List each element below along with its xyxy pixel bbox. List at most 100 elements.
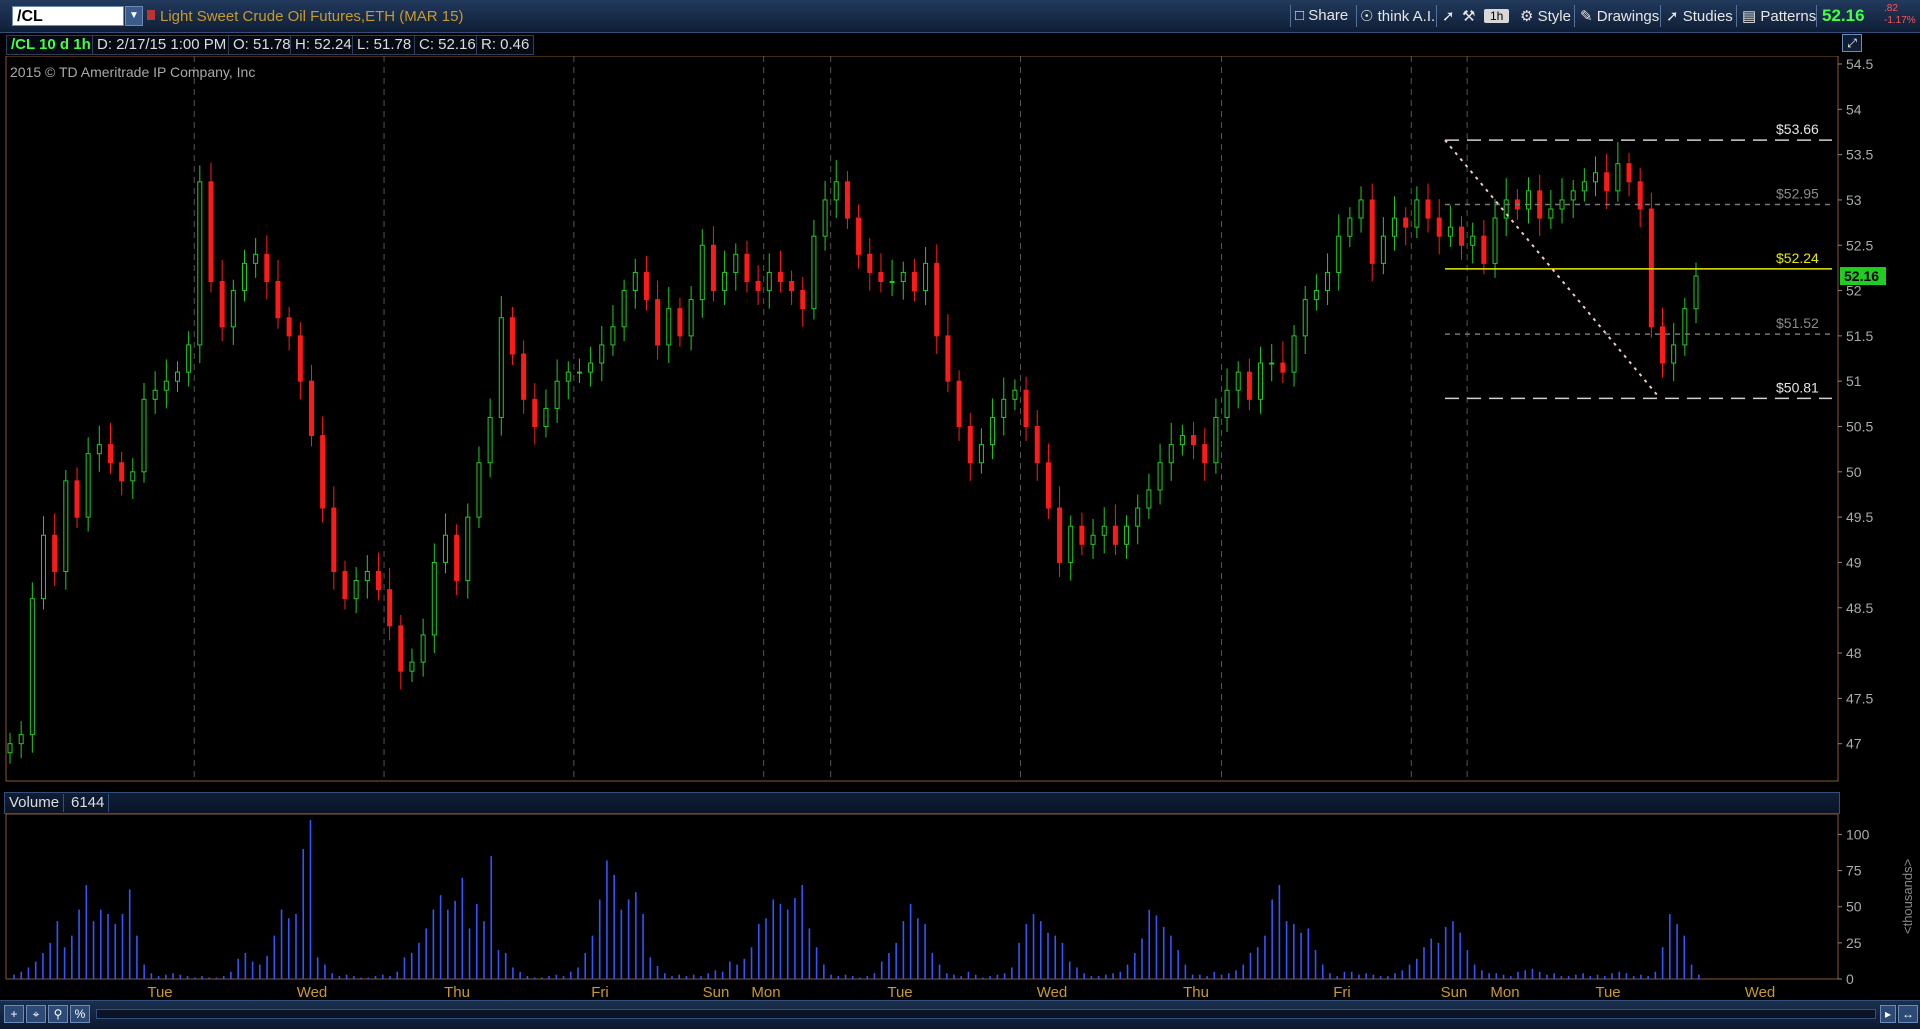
percent-icon[interactable]: % <box>70 1005 90 1023</box>
candle-body <box>1682 308 1688 346</box>
share-button[interactable]: □ Share <box>1295 7 1348 24</box>
x-axis-day-label: Sun <box>703 984 730 1000</box>
candle-body <box>1101 525 1107 536</box>
horizontal-scrollbar[interactable] <box>96 1009 1876 1019</box>
candle-body <box>643 271 649 301</box>
symbol-dropdown-button[interactable]: ▼ <box>125 6 143 26</box>
style-gear-icon: ⚙ <box>1520 8 1534 25</box>
x-axis-day-label: Wed <box>1037 984 1068 1000</box>
candle-body <box>85 453 91 518</box>
x-axis-day-label: Mon <box>751 984 780 1000</box>
candle-body <box>1403 217 1409 228</box>
candle-body <box>1570 190 1576 201</box>
volume-value: 6144 <box>67 794 110 812</box>
candle-body <box>1112 525 1118 545</box>
y-tick-label: 48.5 <box>1846 600 1873 616</box>
candle-body <box>588 362 594 373</box>
studies-button[interactable]: ➚ Studies <box>1666 7 1733 25</box>
share-icon: □ <box>1295 7 1305 24</box>
patterns-label: Patterns <box>1760 8 1817 25</box>
volume-tick-label: 50 <box>1846 899 1862 915</box>
bar-open: O: 51.78 <box>228 35 296 55</box>
candle-body <box>174 371 180 382</box>
copyright-text: 2015 © TD Ameritrade IP Company, Inc <box>10 64 256 80</box>
style-button[interactable]: ⚙ Style <box>1520 7 1571 25</box>
candle-body <box>375 571 381 591</box>
think-ai-button[interactable]: ☉ think A.I. <box>1360 7 1435 25</box>
fib-level-label: $52.24 <box>1776 250 1819 266</box>
candle-body <box>197 181 203 346</box>
fib-level-label: $52.95 <box>1776 185 1819 201</box>
wrench-icon[interactable]: ⚒ <box>1462 7 1475 25</box>
patterns-button[interactable]: ▤ Patterns <box>1742 7 1816 25</box>
candle-body <box>186 344 192 373</box>
candle-body <box>878 271 884 282</box>
candle-body <box>409 661 415 672</box>
candle-body <box>1057 507 1063 563</box>
candle-body <box>1224 389 1230 418</box>
candle-body <box>52 534 58 572</box>
candle-body <box>1045 462 1051 509</box>
candle-body <box>509 317 515 355</box>
scroll-right-icon[interactable]: ▸ <box>1880 1005 1896 1023</box>
search-icon[interactable]: ⚲ <box>48 1005 68 1023</box>
bar-close: C: 52.16 <box>414 35 481 55</box>
crosshair-icon[interactable]: ⌖ <box>26 1005 46 1023</box>
expand-icon[interactable]: ⤢ <box>1842 34 1862 52</box>
candle-body <box>308 380 314 437</box>
candle-body <box>833 181 839 201</box>
y-tick-label: 51.5 <box>1846 328 1873 344</box>
candle-body <box>74 480 80 518</box>
x-axis-day-label: Sun <box>1441 984 1468 1000</box>
bar-date: D: 2/17/15 1:00 PM <box>92 35 232 55</box>
x-axis-day-label: Wed <box>297 984 328 1000</box>
candle-body <box>967 426 973 464</box>
candle-body <box>1325 271 1331 292</box>
candle-body <box>699 244 705 301</box>
candle-body <box>1023 389 1029 427</box>
candle-body <box>286 317 292 337</box>
candle-body <box>1034 426 1040 464</box>
candle-body <box>576 371 582 374</box>
y-tick-label: 54 <box>1846 101 1862 117</box>
candle-body <box>264 253 270 282</box>
volume-chart[interactable]: 0 25 50 75 100 <thousands> Tue Wed Thu Fri Sun Mon T… <box>0 814 1920 1000</box>
candle-body <box>844 181 850 219</box>
drawings-button[interactable]: ✎ Drawings <box>1580 7 1659 25</box>
timeframe-button[interactable]: 1h <box>1484 9 1510 23</box>
candle-body <box>1526 190 1532 210</box>
price-chart[interactable]: 4747.54848.54949.55050.55151.55252.55353… <box>0 56 1920 786</box>
candle-body <box>40 534 46 600</box>
candle-body <box>1001 398 1007 418</box>
candle-body <box>655 299 661 346</box>
candle-body <box>1191 435 1197 446</box>
candle-body <box>1179 435 1185 446</box>
symbol-description: Light Sweet Crude Oil Futures,ETH (MAR 1… <box>160 8 464 25</box>
candle-body <box>1693 275 1699 310</box>
symbol-input[interactable]: /CL <box>12 6 124 26</box>
candle-body <box>63 480 69 572</box>
volume-tick-label: 75 <box>1846 863 1862 879</box>
candle-body <box>1313 290 1319 301</box>
candle-body <box>755 281 761 292</box>
current-price-tag: 52.16 <box>1844 268 1879 284</box>
candle-body <box>431 561 437 636</box>
percent-change: -1.17% <box>1884 15 1916 26</box>
candle-body <box>1358 199 1364 219</box>
candle-body <box>1470 235 1476 246</box>
top-toolbar: /CL ▼ Light Sweet Crude Oil Futures,ETH … <box>0 0 1920 33</box>
x-axis-day-label: Tue <box>887 984 912 1000</box>
candle-body <box>141 398 147 473</box>
drawing-tools-icon[interactable]: ➚ <box>1442 7 1455 25</box>
candle-body <box>789 281 795 292</box>
expand-arrows-icon[interactable]: ↔ <box>1898 1005 1918 1023</box>
candle-body <box>889 281 895 283</box>
candle-body <box>1604 172 1610 192</box>
candle-body <box>1660 326 1666 364</box>
gauge-icon: ☉ <box>1360 8 1374 25</box>
zoom-in-icon[interactable]: + <box>4 1005 24 1023</box>
candle-body <box>1269 362 1275 365</box>
y-tick-label: 52.5 <box>1846 237 1873 253</box>
candle-body <box>722 271 728 292</box>
x-axis-day-label: Fri <box>1333 984 1351 1000</box>
